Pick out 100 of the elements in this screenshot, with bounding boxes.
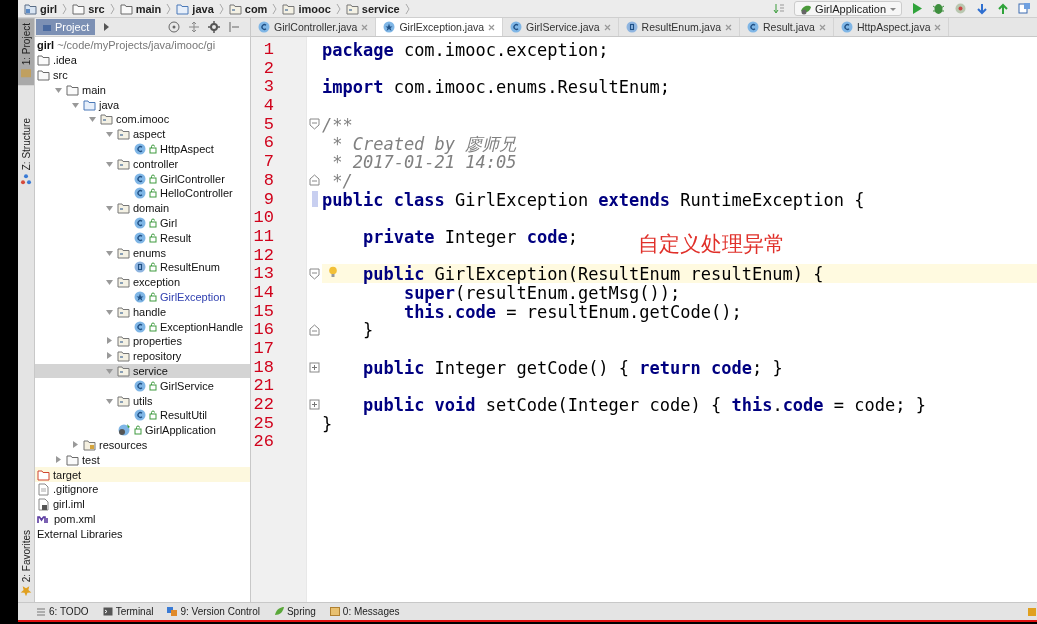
line-number: 25 (253, 413, 274, 433)
exception-class-icon (383, 21, 396, 33)
lock-icon (149, 232, 157, 243)
lock-icon (149, 262, 157, 273)
breadcrumb-item[interactable]: src (70, 2, 107, 15)
tree-item[interactable]: domain (35, 200, 250, 216)
package-icon (117, 364, 130, 377)
chevron-icon (62, 2, 68, 15)
tree-item[interactable]: ResultUtil (35, 407, 250, 423)
project-path: ~/code/myProjects/java/imooc/gi (57, 39, 216, 52)
tree-item[interactable]: GirlApplication (35, 422, 250, 438)
code-line: public Integer getCode() { return code; } (361, 357, 783, 378)
tree-item[interactable]: java (35, 97, 250, 112)
tree-item[interactable]: pom.xml (35, 511, 250, 527)
tool-window-button[interactable]: Terminal (102, 606, 154, 617)
line-number: 9 (263, 189, 274, 209)
expanded-arrow-icon (72, 100, 79, 109)
tree-item[interactable]: GirlService (35, 378, 250, 394)
tool-window-button[interactable]: Spring (273, 606, 316, 617)
tree-item[interactable]: girl ~/code/myProjects/java/imooc/gi (35, 38, 250, 53)
application-class-icon (117, 423, 131, 438)
tree-item[interactable]: Girl (35, 215, 250, 231)
tree-item[interactable]: src (35, 67, 250, 83)
line-number: 11 (253, 226, 274, 246)
editor-tab[interactable]: Result.java (740, 18, 834, 36)
target-icon (168, 21, 180, 33)
editor-tab[interactable]: HttpAspect.java (833, 18, 950, 36)
tree-item[interactable]: HelloController (35, 185, 250, 201)
tree-item[interactable]: GirlException (35, 289, 250, 305)
tree-item[interactable]: .gitignore (35, 481, 250, 497)
editor-tab[interactable]: GirlException.java (376, 18, 504, 36)
chevron-icon (109, 2, 115, 15)
expand-icon (103, 22, 111, 32)
class-icon (134, 187, 146, 200)
editor-tab[interactable]: ResultEnum.java (618, 18, 740, 36)
enum-icon (625, 21, 638, 33)
run-configuration-dropdown[interactable]: GirlApplication (794, 1, 902, 16)
package-icon (100, 113, 113, 126)
tree-item[interactable]: service (35, 363, 250, 379)
tool-window-button[interactable]: 6: TODO (36, 606, 89, 617)
tree-item[interactable]: External Libraries (35, 526, 250, 542)
package-icon (117, 202, 130, 215)
tree-item[interactable]: ResultEnum (35, 259, 250, 275)
tool-window-button[interactable]: 0: Messages (329, 606, 400, 617)
code-line: } (361, 320, 374, 341)
exception-class-icon (134, 290, 146, 303)
code-line: public void setCode(Integer code) { this.code = code; } (361, 395, 926, 416)
chevron-icon (335, 2, 341, 15)
editor-tab[interactable]: GirlService.java (503, 18, 619, 36)
tree-item[interactable]: .idea (35, 52, 250, 68)
tree-item[interactable]: target (35, 467, 250, 482)
tree-item[interactable]: ExceptionHandle (35, 319, 250, 334)
expanded-arrow-icon (89, 115, 96, 124)
breadcrumb-item[interactable]: com (226, 2, 270, 15)
line-number: 12 (253, 245, 274, 265)
tree-item[interactable]: aspect (35, 126, 250, 142)
code-line: private Integer code; (361, 226, 578, 247)
close-icon (361, 23, 369, 31)
line-number: 6 (263, 133, 274, 153)
chevron-icon (272, 2, 278, 15)
tree-item[interactable]: girl.iml (35, 496, 250, 512)
chevron-icon (404, 2, 410, 15)
tree-item[interactable]: enums (35, 245, 250, 260)
package-icon (117, 157, 130, 170)
tree-item[interactable]: utils (35, 393, 250, 408)
side-tab[interactable]: Z: Structure (18, 113, 34, 191)
breadcrumb-item[interactable]: imooc (280, 2, 333, 15)
breadcrumb-item[interactable]: service (343, 2, 402, 15)
class-icon (510, 21, 523, 33)
vcs-update-icon (976, 2, 988, 15)
line-number: 10 (253, 208, 274, 227)
tree-item[interactable]: test (35, 452, 250, 468)
tool-window-button[interactable]: 9: Version Control (167, 606, 260, 617)
class-icon (134, 231, 146, 244)
tree-item[interactable]: repository (35, 348, 250, 364)
tree-item[interactable]: HttpAspect (35, 141, 250, 157)
package-icon (117, 394, 130, 407)
list-icon (36, 606, 46, 617)
breadcrumb-item[interactable]: java (174, 2, 216, 15)
class-icon (840, 21, 853, 33)
breadcrumb-item[interactable]: main (117, 2, 164, 15)
chevron-icon (218, 2, 224, 15)
tree-item[interactable]: exception (35, 274, 250, 290)
vcs-icon (167, 606, 178, 617)
expanded-arrow-icon (106, 396, 113, 405)
package-icon (117, 335, 130, 348)
tree-item[interactable]: resources (35, 437, 250, 453)
tree-item[interactable]: handle (35, 304, 250, 320)
breadcrumb-item[interactable]: girl (22, 2, 60, 15)
side-tab[interactable]: 2: Favorites (18, 524, 34, 602)
class-icon (747, 21, 759, 33)
side-tab[interactable]: 1: Project (18, 18, 34, 86)
tree-item[interactable]: com.imooc (35, 112, 250, 127)
tree-item[interactable]: Result (35, 230, 250, 246)
tree-item[interactable]: controller (35, 156, 250, 172)
package-icon (117, 276, 130, 289)
tree-item[interactable]: main (35, 82, 250, 98)
tree-item[interactable]: properties (35, 333, 250, 349)
tree-item[interactable]: GirlController (35, 171, 250, 186)
class-icon (134, 379, 146, 392)
